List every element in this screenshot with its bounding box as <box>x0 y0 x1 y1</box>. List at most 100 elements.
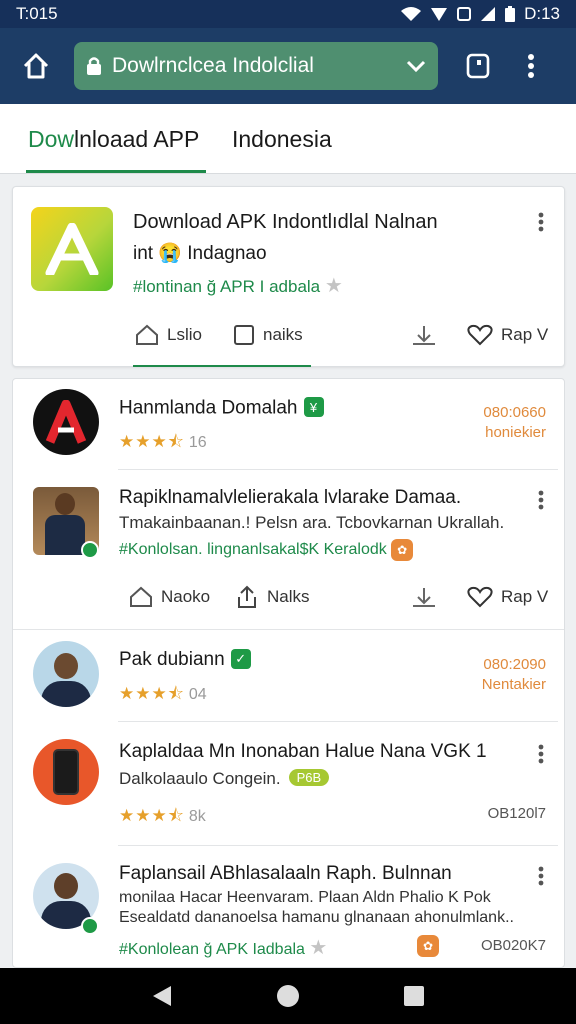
favorite-action[interactable]: Rap V <box>467 586 548 608</box>
item-price: 080:2090 Nentakier <box>482 655 546 695</box>
heart-icon <box>467 324 493 346</box>
item-action-row: Naoko Nalks Rap V <box>13 577 564 617</box>
verified-badge-icon: ✓ <box>230 649 251 669</box>
wifi-icon <box>401 7 422 21</box>
featured-action-row: Lslio naiks Rap V <box>13 315 566 355</box>
price-top: 080:0660 <box>483 404 546 421</box>
tab-label: lnloaad APP <box>74 126 200 152</box>
rating-value: 16 <box>188 434 207 451</box>
home-outline-icon <box>136 324 158 345</box>
divider <box>13 629 564 630</box>
action-label: Nalks <box>267 587 310 606</box>
action-label: Rap V <box>501 325 549 344</box>
item-title: Rapiklnamalvlelierakala lvlarake Damaa. <box>119 487 462 508</box>
tab-switcher-button[interactable] <box>458 46 498 86</box>
item-price: 080:0660 honiekier <box>483 403 546 443</box>
tab-icon <box>466 53 490 79</box>
item-tag[interactable]: #Konlolsan. lingnanlsakal$K Keralodk <box>119 541 387 558</box>
item-description: Dalkolaaulo Congein. P6B <box>119 769 330 789</box>
store-badge-icon: ✿ <box>391 539 414 561</box>
featured-app-card[interactable]: Download APK Indontlıdlal Nalnan int 😭 I… <box>12 186 565 367</box>
divider <box>118 469 558 470</box>
list-item[interactable]: Pak dubiann ✓ ★★★⯪ 04 080:2090 Nentakier <box>13 631 564 721</box>
verified-check-icon <box>81 541 99 559</box>
a-logo-icon <box>45 400 87 444</box>
item-title: Kaplaldaa Mn Inonaban Halue Nana VGK 1 <box>119 741 487 762</box>
item-title-text: Pak dubiann <box>119 649 225 670</box>
item-description-text: Dalkolaaulo Congein. <box>119 769 281 788</box>
battery-icon <box>505 6 516 22</box>
recents-icon[interactable] <box>403 985 425 1007</box>
tab-header: Dowlnloaad APP Indonesia <box>0 104 576 174</box>
more-vertical-icon[interactable] <box>529 861 553 891</box>
home-circle-icon[interactable] <box>276 984 300 1008</box>
home-action[interactable]: Lslio <box>135 324 202 346</box>
download-action[interactable] <box>411 324 437 346</box>
verified-check-icon <box>81 917 99 935</box>
action-label: Lslio <box>167 325 202 344</box>
category-pill[interactable]: P6B <box>288 769 330 786</box>
status-bar: T:015 D:13 <box>0 0 576 28</box>
item-title: Faplansail ABhlasalaaln Raph. Bulnnan <box>119 863 452 884</box>
tab-label: Indonesia <box>232 126 332 152</box>
star-icon[interactable]: ★ <box>325 275 343 297</box>
item-description: monilaa Hacar Heenvaram. Plaan Aldn Phal… <box>119 889 491 906</box>
person-avatar <box>33 641 99 707</box>
tab-download-app[interactable]: Dowlnloaad APP <box>28 126 199 153</box>
download-action[interactable] <box>411 586 437 608</box>
a-logo-icon <box>45 223 99 275</box>
home-icon <box>23 53 49 79</box>
home-action[interactable]: Naoko <box>129 586 210 608</box>
heart-icon <box>467 586 493 608</box>
action-active-indicator <box>133 365 311 367</box>
app-title: Download APK Indontlıdlal Nalnan <box>133 211 438 233</box>
share-icon <box>238 585 256 608</box>
app-list-card: Hanmlanda Domalah ¥ ★★★⯪ 16 080:0660 honiek… <box>12 378 565 968</box>
browser-toolbar: Dowlrnclcea Indolclial <box>0 28 576 104</box>
square-action[interactable]: naiks <box>233 324 303 346</box>
action-label: naiks <box>263 325 303 344</box>
app-subtitle: int 😭 Indagnao <box>133 243 267 264</box>
verified-badge-icon: ¥ <box>303 397 324 417</box>
item-tag-line: #Konlolean ğ APK Iadbala ★ <box>119 935 327 960</box>
list-item[interactable]: Rapiklnamalvlelierakala lvlarake Damaa. … <box>13 471 564 629</box>
rating-stars: ★★★⯪ 16 <box>119 432 207 451</box>
signal-icon <box>431 8 448 21</box>
item-tag-line: #Konlolsan. lingnanlsakal$K Keralodk ✿ <box>119 539 414 561</box>
cell-signal-icon <box>481 7 496 21</box>
list-item[interactable]: Faplansail ABhlasalaaln Raph. Bulnnan mo… <box>13 847 564 967</box>
divider <box>118 845 558 846</box>
price-bottom: Nentakier <box>481 676 546 693</box>
url-bar[interactable]: Dowlrnclcea Indolclial <box>74 42 438 90</box>
item-meta: OB020K7 <box>480 937 546 954</box>
more-vertical-icon <box>528 54 534 78</box>
home-button[interactable] <box>16 46 56 86</box>
system-navigation-bar <box>0 968 576 1024</box>
price-top: 080:2090 <box>483 656 546 673</box>
phone-app-avatar <box>33 739 99 805</box>
overflow-menu-button[interactable] <box>516 46 546 86</box>
item-tag[interactable]: #Konlolean ğ APK Iadbala <box>119 941 305 958</box>
item-meta: OB120l7 <box>487 805 546 822</box>
share-action[interactable]: Nalks <box>235 585 310 609</box>
app-tag[interactable]: #lontinan ğ APR I adbala <box>133 277 320 296</box>
list-item[interactable]: Hanmlanda Domalah ¥ ★★★⯪ 16 080:0660 honiek… <box>13 379 564 469</box>
status-icons: D:13 <box>400 4 560 24</box>
rating-value: 8k <box>188 808 206 825</box>
item-description: Tmakainbaanan.! Pelsn ara. Tcbovkarnan U… <box>119 513 505 532</box>
favorite-action[interactable]: Rap V <box>467 324 548 346</box>
chevron-down-icon[interactable] <box>406 59 426 73</box>
sim-icon <box>457 7 472 21</box>
more-vertical-icon[interactable] <box>529 207 553 237</box>
store-badge-icon: ✿ <box>417 935 439 957</box>
star-icon[interactable]: ★ <box>309 937 327 959</box>
more-vertical-icon[interactable] <box>529 485 553 515</box>
list-item[interactable]: Kaplaldaa Mn Inonaban Halue Nana VGK 1 D… <box>13 723 564 843</box>
back-icon[interactable] <box>151 984 173 1008</box>
divider <box>118 721 558 722</box>
more-vertical-icon[interactable] <box>529 739 553 769</box>
app-logo <box>31 207 113 291</box>
status-clock: D:13 <box>524 4 560 23</box>
action-label: Rap V <box>501 587 549 606</box>
tab-indonesia[interactable]: Indonesia <box>232 126 332 153</box>
